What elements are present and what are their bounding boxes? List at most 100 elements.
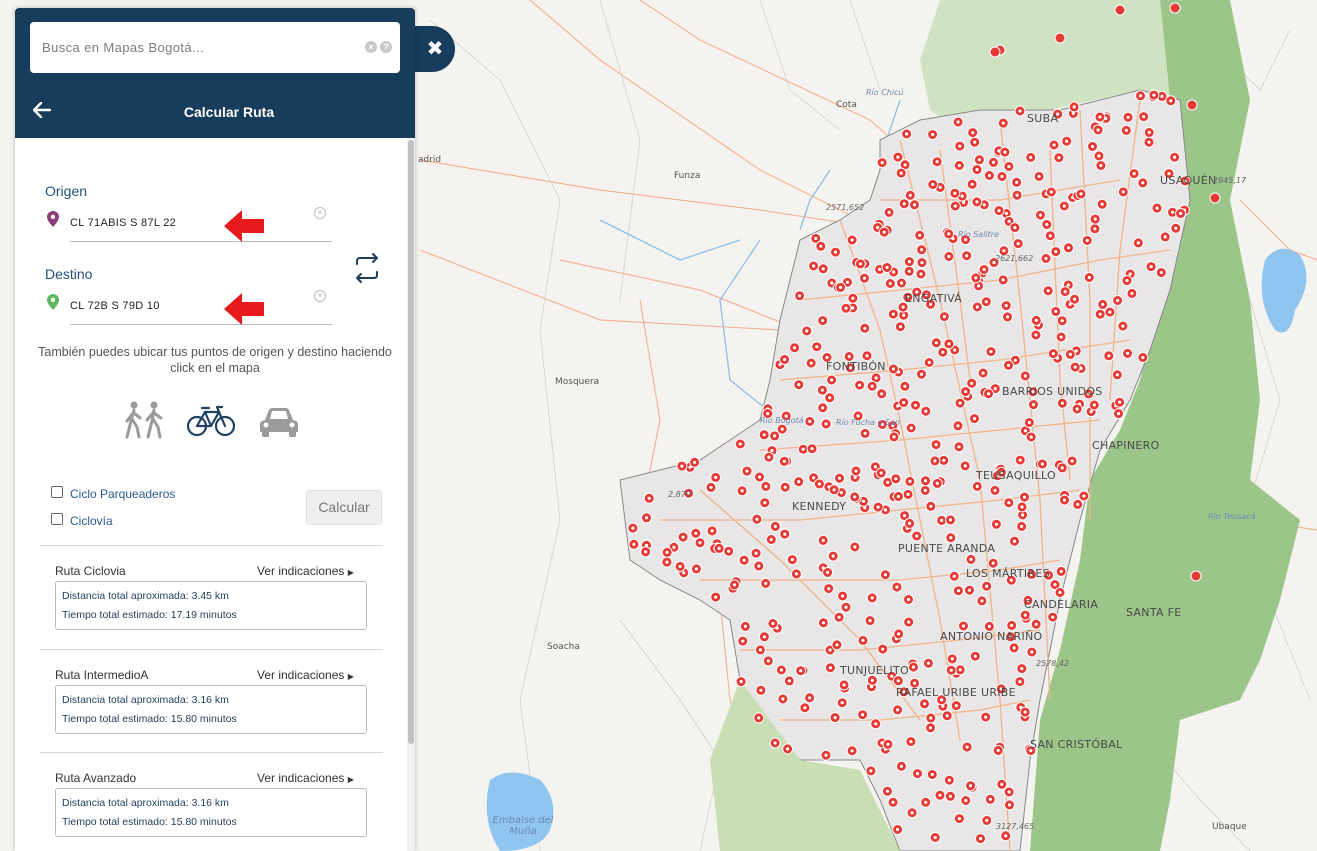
map-marker[interactable] <box>690 563 702 575</box>
car-icon[interactable] <box>259 406 299 438</box>
map-marker[interactable] <box>870 718 882 730</box>
map-marker[interactable] <box>1114 396 1126 408</box>
map-marker[interactable] <box>971 164 983 176</box>
map-marker[interactable] <box>1012 238 1024 250</box>
map-marker[interactable] <box>713 542 725 554</box>
map-marker[interactable] <box>794 290 806 302</box>
search-input[interactable] <box>42 36 342 58</box>
map-marker[interactable] <box>1019 706 1031 718</box>
map-marker[interactable] <box>976 595 988 607</box>
map-marker[interactable] <box>1056 462 1068 474</box>
map-marker[interactable] <box>806 443 818 455</box>
map-marker[interactable] <box>1111 369 1123 381</box>
map-marker[interactable] <box>925 712 937 724</box>
map-marker[interactable] <box>971 196 983 208</box>
map-marker[interactable] <box>793 476 805 488</box>
map-marker[interactable] <box>985 346 997 358</box>
map-marker[interactable] <box>811 341 823 353</box>
map-marker[interactable] <box>750 547 762 559</box>
map-marker[interactable] <box>710 591 722 603</box>
map-marker[interactable] <box>857 634 869 646</box>
map-marker[interactable] <box>904 475 916 487</box>
map-marker[interactable] <box>854 258 866 270</box>
map-marker[interactable] <box>945 514 956 526</box>
map-marker[interactable] <box>1036 458 1048 470</box>
map-marker[interactable] <box>758 631 770 643</box>
map-marker[interactable] <box>790 568 802 580</box>
map-marker[interactable] <box>824 662 836 674</box>
map-marker[interactable] <box>952 420 964 432</box>
map-marker[interactable] <box>872 501 884 513</box>
map-marker[interactable] <box>887 308 899 320</box>
map-marker[interactable] <box>1097 298 1109 310</box>
map-marker[interactable] <box>881 785 893 797</box>
map-marker[interactable] <box>931 477 943 489</box>
map-marker[interactable] <box>849 541 861 553</box>
view-directions-link[interactable]: Ver indicaciones ▶ <box>257 771 354 785</box>
map-marker[interactable] <box>775 664 787 676</box>
map-marker[interactable] <box>965 780 977 792</box>
map-marker[interactable] <box>1068 101 1080 113</box>
map-marker[interactable] <box>1030 314 1042 326</box>
map-marker[interactable] <box>892 704 904 716</box>
map-marker[interactable] <box>952 116 964 128</box>
map-marker[interactable] <box>808 260 820 272</box>
map-marker[interactable] <box>641 512 652 524</box>
map-marker[interactable] <box>1094 308 1106 320</box>
map-marker[interactable] <box>892 151 904 163</box>
map-marker[interactable] <box>1045 186 1057 198</box>
map-marker[interactable] <box>735 676 747 688</box>
map-marker[interactable] <box>971 301 983 313</box>
map-marker[interactable] <box>1014 454 1026 466</box>
calculate-button[interactable]: Calcular <box>306 490 382 525</box>
map-marker[interactable] <box>903 616 915 628</box>
map-marker[interactable] <box>953 160 965 171</box>
swap-icon[interactable] <box>351 252 383 284</box>
map-marker[interactable] <box>948 570 960 582</box>
map-marker[interactable] <box>875 467 887 479</box>
map-marker[interactable] <box>751 513 763 525</box>
map-marker[interactable] <box>898 397 910 408</box>
map-marker[interactable] <box>909 199 920 211</box>
map-marker[interactable] <box>896 277 907 289</box>
map-marker[interactable] <box>901 128 913 140</box>
map-marker[interactable] <box>815 240 827 252</box>
map-marker[interactable] <box>813 478 825 490</box>
map-marker[interactable] <box>1093 150 1105 162</box>
map-marker[interactable] <box>975 833 986 845</box>
map-marker[interactable] <box>627 522 639 534</box>
map-marker[interactable] <box>836 697 848 709</box>
map-marker[interactable] <box>828 484 840 496</box>
map-marker[interactable] <box>1209 192 1221 204</box>
map-marker[interactable] <box>920 796 932 808</box>
scrollbar-thumb[interactable] <box>408 140 414 744</box>
map-marker[interactable] <box>1190 570 1202 582</box>
map-marker[interactable] <box>966 377 978 389</box>
map-marker[interactable] <box>989 46 1001 58</box>
map-marker[interactable] <box>892 675 904 687</box>
map-marker[interactable] <box>971 480 983 492</box>
map-marker[interactable] <box>762 655 774 667</box>
map-marker[interactable] <box>989 484 1001 496</box>
map-marker[interactable] <box>1143 136 1155 148</box>
map-marker[interactable] <box>689 456 701 468</box>
map-marker[interactable] <box>739 620 751 632</box>
map-marker[interactable] <box>1128 168 1140 180</box>
map-marker[interactable] <box>1009 222 1021 234</box>
map-marker[interactable] <box>943 228 955 240</box>
map-marker[interactable] <box>628 538 640 550</box>
map-marker[interactable] <box>753 712 765 724</box>
map-marker[interactable] <box>904 517 916 529</box>
map-marker[interactable] <box>965 553 977 565</box>
map-marker[interactable] <box>826 374 838 386</box>
map-marker[interactable] <box>919 698 930 710</box>
map-marker[interactable] <box>1056 397 1068 409</box>
map-marker[interactable] <box>859 322 871 334</box>
map-marker[interactable] <box>1159 231 1171 243</box>
map-marker[interactable] <box>925 722 936 734</box>
map-marker[interactable] <box>977 367 989 379</box>
map-marker[interactable] <box>1122 347 1133 359</box>
map-marker[interactable] <box>1145 261 1157 273</box>
map-marker[interactable] <box>916 257 928 269</box>
map-marker[interactable] <box>741 465 753 477</box>
